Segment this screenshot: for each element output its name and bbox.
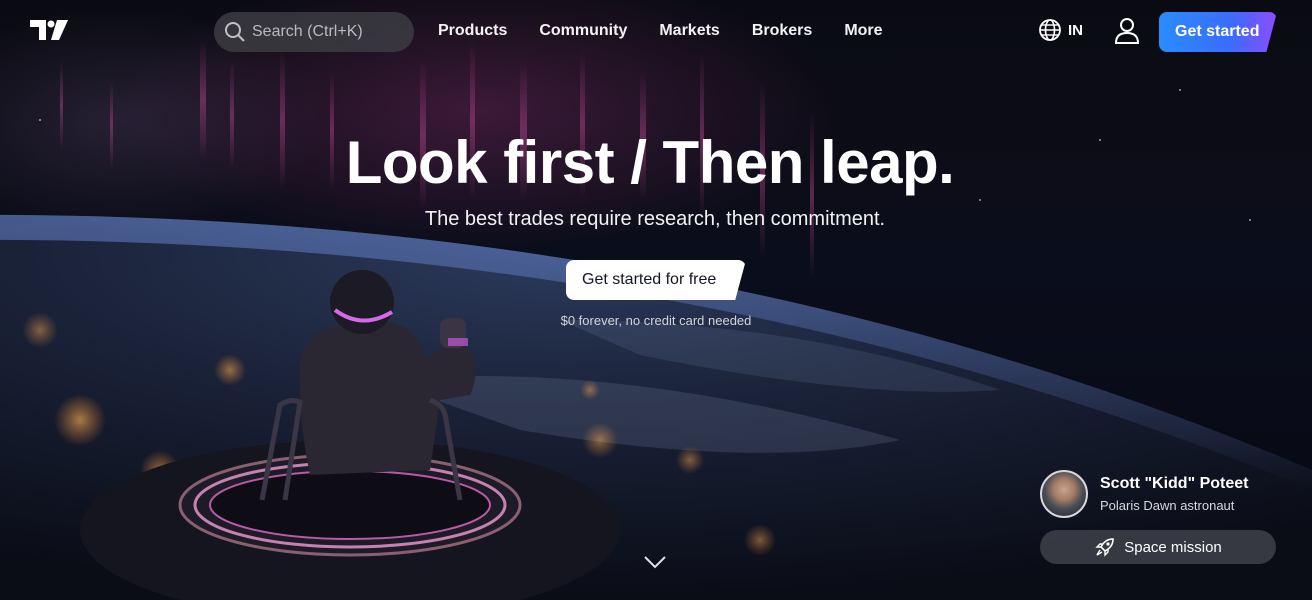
spotlight-name: Scott "Kidd" Poteet (1100, 475, 1249, 492)
hero-section: Products Community Markets Brokers More … (0, 0, 1312, 600)
get-started-button[interactable]: Get started (1159, 12, 1277, 52)
globe-icon (1039, 19, 1061, 41)
nav-link-more[interactable]: More (828, 20, 898, 42)
space-mission-button[interactable]: Space mission (1040, 530, 1276, 564)
nav-link-community[interactable]: Community (523, 20, 643, 42)
language-label: IN (1068, 21, 1083, 39)
language-selector[interactable]: IN (1038, 18, 1083, 42)
space-mission-label: Space mission (1124, 538, 1222, 556)
hero-headline: Look first / Then leap. (345, 129, 955, 196)
search-bar[interactable] (214, 12, 414, 52)
pricing-note: $0 forever, no credit card needed (560, 313, 752, 328)
rocket-icon (1095, 538, 1115, 557)
nav-link-brokers[interactable]: Brokers (736, 20, 828, 42)
nav-link-products[interactable]: Products (422, 20, 523, 42)
get-started-free-button[interactable]: Get started for free (566, 260, 746, 300)
astronaut-spotlight: Scott "Kidd" Poteet Polaris Dawn astrona… (1040, 470, 1249, 518)
top-navigation: Products Community Markets Brokers More … (0, 0, 1312, 64)
nav-link-markets[interactable]: Markets (643, 20, 735, 42)
nav-links: Products Community Markets Brokers More (422, 20, 899, 42)
chevron-down-icon[interactable] (643, 554, 667, 570)
tradingview-logo-icon[interactable] (30, 20, 70, 42)
user-icon[interactable] (1114, 17, 1140, 45)
hero-subheadline: The best trades require research, then c… (424, 208, 886, 230)
avatar (1040, 470, 1088, 518)
spotlight-role: Polaris Dawn astronaut (1100, 498, 1235, 513)
search-input[interactable] (252, 23, 402, 41)
search-icon (225, 22, 245, 42)
